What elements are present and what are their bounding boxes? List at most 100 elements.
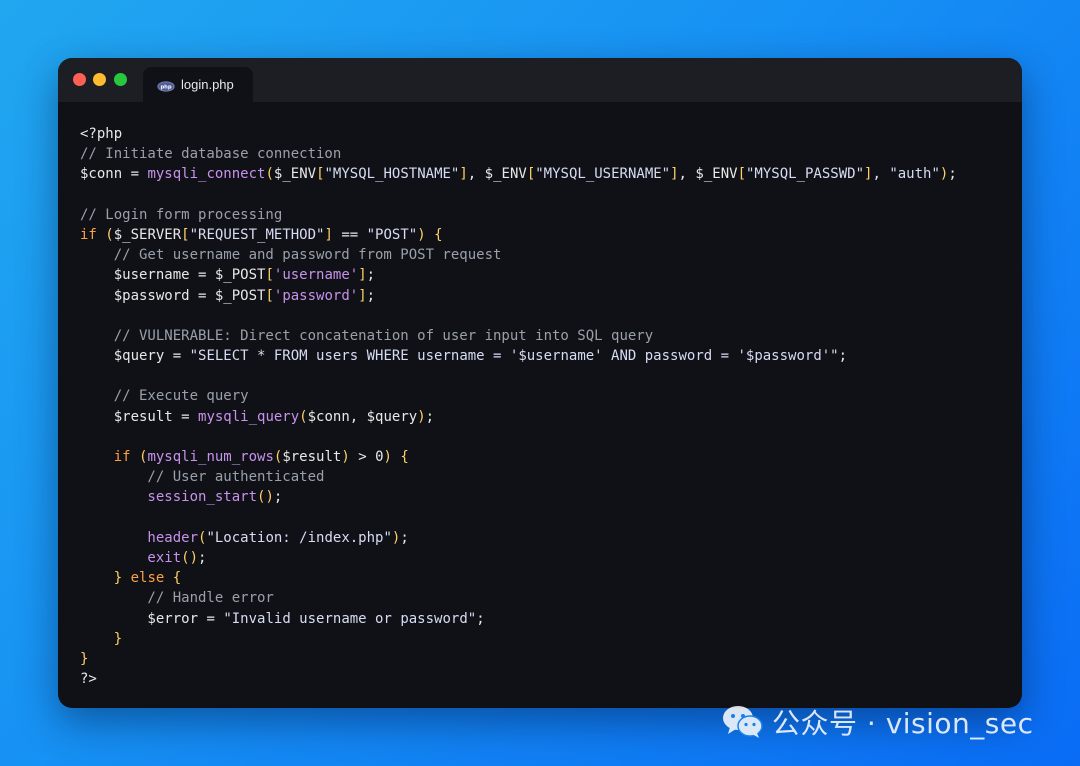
code-token: = [189,287,215,304]
code-token: $_SERVER [113,226,182,243]
code-token: [ [265,267,274,284]
code-token: = [172,408,199,425]
code-line: exit(); [80,548,957,568]
code-token: [ [737,166,746,183]
code-token: = [198,610,224,627]
title-bar: php login.php [58,58,1022,102]
code-token: ] [358,267,367,284]
code-token: == [332,226,367,243]
code-token: $_POST [214,287,266,304]
watermark-text: 公众号 · vision_sec [772,707,1034,740]
code-token: "auth" [889,166,940,183]
code-token: 'username' [273,267,359,284]
maximize-window-button[interactable] [114,73,127,86]
code-token: ) [383,449,392,465]
code-line: $password = $_POST['password']; [80,286,957,306]
code-token: } [80,650,89,667]
code-token: ) [417,408,426,425]
code-line: ​ [80,508,957,528]
code-line: ​ [80,306,957,326]
code-token: = [122,166,148,183]
code-token: $username [80,267,190,284]
code-line: // Handle error [80,588,957,608]
code-token: { [400,449,409,465]
code-token: ] [459,166,468,183]
code-line: if ($_SERVER["REQUEST_METHOD"] == "POST"… [80,225,957,245]
code-token: ( [105,226,114,243]
code-token: // Execute query [80,388,249,405]
code-line: } else { [80,568,957,588]
code-token: , [349,408,367,425]
code-token: session_start [80,489,258,506]
code-token: // Initiate database connection [80,146,342,163]
code-token: [ [265,287,274,304]
code-line: // Initiate database connection [80,144,957,164]
code-token: ; [198,549,207,566]
code-line: // Login form processing [80,205,957,225]
tab-login-php[interactable]: php login.php [143,67,253,102]
code-token: <?php [80,126,123,142]
code-line: $error = "Invalid username or password"; [80,609,957,629]
code-token: , [872,166,890,183]
code-line: } [80,629,957,649]
code-token: "MYSQL_HOSTNAME" [324,166,460,183]
code-token: [ [316,166,325,183]
code-token: header [80,529,199,546]
code-token: , [467,166,485,183]
tab-label: login.php [181,77,234,92]
code-line: } [80,649,957,669]
php-icon: php [157,79,175,92]
code-line: ?> [80,669,957,689]
code-token: exit [80,549,182,566]
code-token: [ [181,226,190,243]
code-token: $conn [80,166,123,183]
code-token: ] [358,287,367,304]
code-token: = [164,348,190,365]
code-line: if (mysqli_num_rows($result) > 0) { [80,447,957,467]
code-token: ; [838,348,848,365]
minimize-window-button[interactable] [93,73,106,86]
code-line: ​ [80,185,957,205]
code-line: header("Location: /index.php"); [80,528,957,548]
code-token: ; [476,610,485,627]
code-token: } [113,570,123,587]
code-token: $_POST [214,267,266,284]
code-token: mysqli_connect [147,166,266,183]
code-token: "REQUEST_METHOD" [189,226,325,243]
code-line: // Get username and password from POST r… [80,245,957,265]
code-token: [ [526,166,536,183]
code-token: $result [80,408,173,425]
code-token: ] [324,226,333,243]
code-token: // VULNERABLE: Direct concatenation of u… [80,327,654,344]
code-token: else [130,570,165,587]
code-token: if [80,226,97,243]
code-token: () [257,489,274,506]
code-token: "MYSQL_USERNAME" [535,166,671,183]
code-token: $_ENV [273,166,317,183]
code-token: // Handle error [80,590,274,607]
code-token: = [189,267,215,284]
code-line: $conn = mysqli_connect($_ENV["MYSQL_HOST… [80,164,957,184]
close-window-button[interactable] [73,73,86,86]
code-line: // Execute query [80,386,957,406]
code-token: ?> [80,671,97,688]
code-token: if [80,449,131,465]
code-token: { [434,226,443,243]
code-token: $query [80,348,165,365]
code-token: "Location: /index.php" [206,529,392,546]
code-token: $_ENV [695,166,738,183]
code-token: // Get username and password from POST r… [80,247,502,264]
code-token: 'password' [273,287,359,304]
code-line: ​ [80,427,957,447]
code-token: "MYSQL_PASSWD" [746,166,865,183]
code-token: ; [425,408,435,425]
code-token: } [113,630,123,647]
code-token: // User authenticated [80,469,325,486]
code-line: // VULNERABLE: Direct concatenation of u… [80,326,957,346]
code-token: $query [366,408,418,425]
code-token: ( [299,408,308,425]
